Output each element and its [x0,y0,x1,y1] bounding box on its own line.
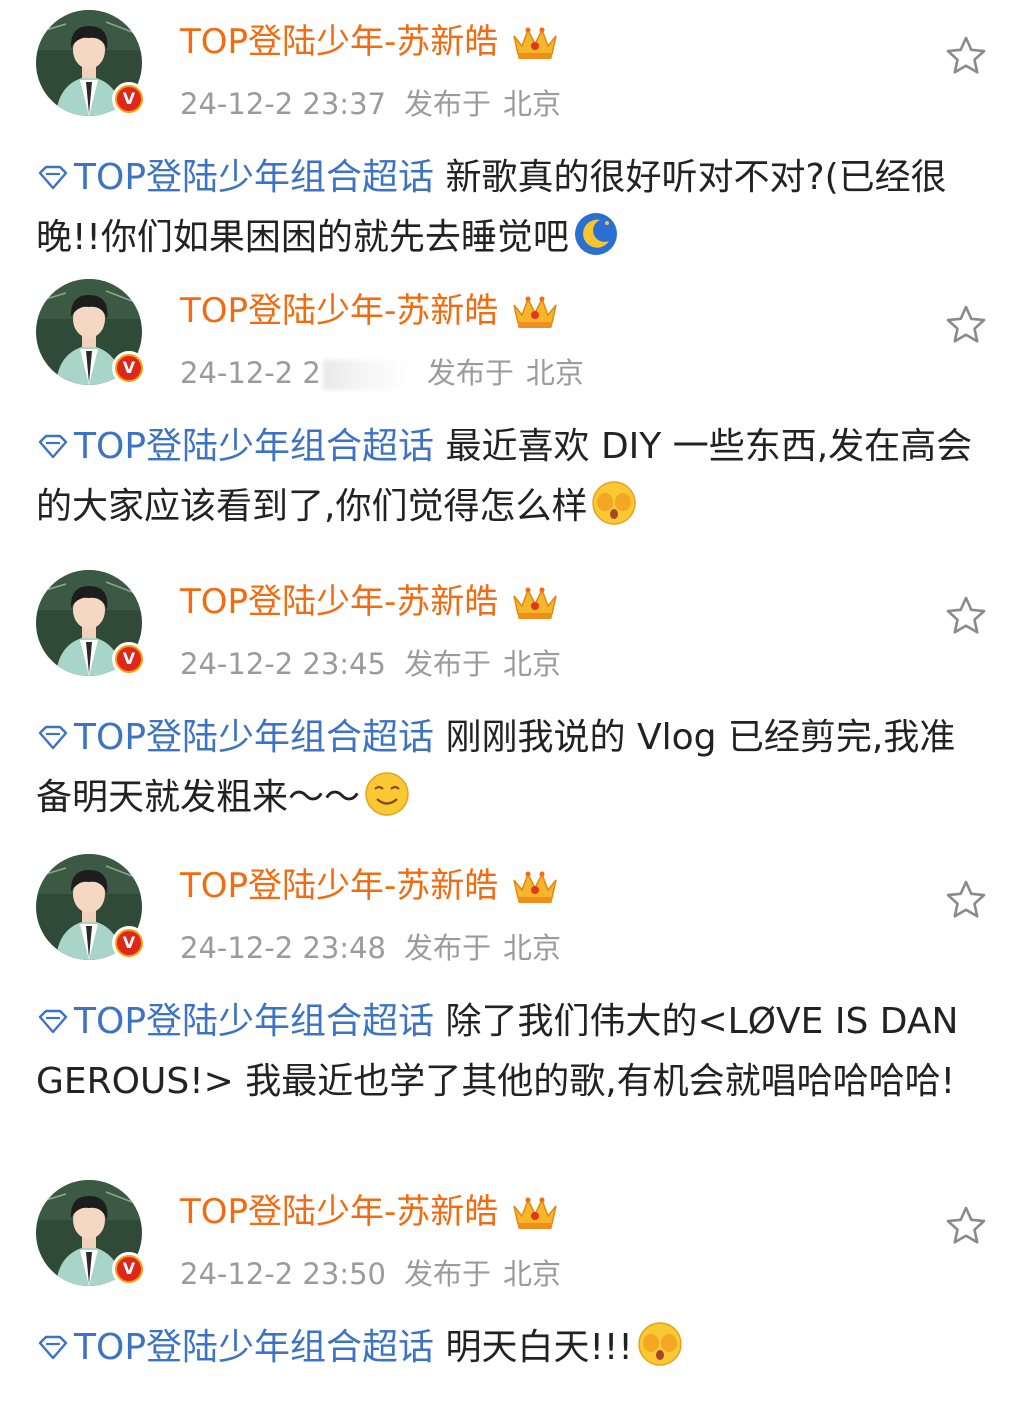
topic-text[interactable]: TOP登陆少年组合超话 [74,426,434,467]
star-icon[interactable] [944,1204,988,1248]
post-meta: 24-12-2 23:48 发布于 北京 [180,931,561,965]
crown-icon [510,291,560,331]
crown-icon [510,1192,560,1232]
shy-face-emoji-icon [591,480,637,526]
location: 北京 [503,87,562,121]
topic-link[interactable]: TOP登陆少年组合超话 [36,426,434,467]
location-label: 发布于 [403,931,491,965]
shy-face-emoji-icon [637,1321,683,1367]
star-icon[interactable] [944,34,988,78]
star-icon[interactable] [944,878,988,922]
topic-link[interactable]: TOP登陆少年组合超话 [36,1327,434,1368]
location-label: 发布于 [403,1257,491,1291]
location: 北京 [503,1257,562,1291]
post-time: 24-12-2 23:45 [180,647,386,681]
diamond-icon [36,1335,70,1361]
verified-badge-icon: V [112,351,146,385]
verified-badge-icon: V [112,1252,146,1286]
location: 北京 [503,931,562,965]
topic-text[interactable]: TOP登陆少年组合超话 [74,717,434,758]
post-meta: 24-12-2 23:50 发布于 北京 [180,1257,561,1291]
topic-text[interactable]: TOP登陆少年组合超话 [74,157,434,198]
post-time: 24-12-2 23:50 [180,1257,386,1291]
avatar[interactable]: V [36,10,146,116]
avatar[interactable]: V [36,854,146,960]
post-content: TOP登陆少年组合超话 刚刚我说的 Vlog 已经剪完,我准备明天就发粗来～～ [36,708,986,828]
diamond-icon [36,434,70,460]
redacted-blur [322,360,409,390]
username[interactable]: TOP登陆少年-苏新皓 [180,582,560,622]
location-label: 发布于 [426,356,514,390]
crown-icon [510,582,560,622]
topic-link[interactable]: TOP登陆少年组合超话 [36,1001,434,1042]
topic-link[interactable]: TOP登陆少年组合超话 [36,157,434,198]
post-time: 24-12-2 23:37 [180,87,386,121]
star-icon[interactable] [944,594,988,638]
diamond-icon [36,1009,70,1035]
location: 北京 [503,647,562,681]
verified-badge-icon: V [112,82,146,116]
moon-sleep-emoji-icon [573,211,619,257]
post-content: TOP登陆少年组合超话 新歌真的很好听对不对?(已经很晚!!你们如果困困的就先去… [36,148,986,268]
post-meta: 24-12-2 2 发布于 北京 [180,356,584,390]
username-text[interactable]: TOP登陆少年-苏新皓 [180,22,498,62]
location-label: 发布于 [403,87,491,121]
star-icon[interactable] [944,303,988,347]
username-text[interactable]: TOP登陆少年-苏新皓 [180,291,498,331]
diamond-icon [36,725,70,751]
post-meta: 24-12-2 23:45 发布于 北京 [180,647,561,681]
topic-text[interactable]: TOP登陆少年组合超话 [74,1327,434,1368]
post-time: 24-12-2 23:48 [180,931,386,965]
username[interactable]: TOP登陆少年-苏新皓 [180,291,560,331]
username-text[interactable]: TOP登陆少年-苏新皓 [180,1192,498,1232]
post-text: 明天白天!!! [445,1327,633,1368]
username-text[interactable]: TOP登陆少年-苏新皓 [180,866,498,906]
username[interactable]: TOP登陆少年-苏新皓 [180,22,560,62]
post-content: TOP登陆少年组合超话 明天白天!!! [36,1318,986,1378]
post-content: TOP登陆少年组合超话 除了我们伟大的<LØVE IS DANGEROUS!> … [36,992,986,1112]
username-text[interactable]: TOP登陆少年-苏新皓 [180,582,498,622]
topic-link[interactable]: TOP登陆少年组合超话 [36,717,434,758]
username[interactable]: TOP登陆少年-苏新皓 [180,866,560,906]
verified-badge-icon: V [112,926,146,960]
smile-face-emoji-icon [364,771,410,817]
avatar[interactable]: V [36,1180,146,1286]
topic-text[interactable]: TOP登陆少年组合超话 [74,1001,434,1042]
diamond-icon [36,165,70,191]
avatar[interactable]: V [36,279,146,385]
location-label: 发布于 [403,647,491,681]
location: 北京 [525,356,584,390]
post-time: 24-12-2 2 [180,356,321,390]
verified-badge-icon: V [112,642,146,676]
post-meta: 24-12-2 23:37 发布于 北京 [180,87,561,121]
post-content: TOP登陆少年组合超话 最近喜欢 DIY 一些东西,发在高会的大家应该看到了,你… [36,417,986,537]
crown-icon [510,866,560,906]
crown-icon [510,22,560,62]
avatar[interactable]: V [36,570,146,676]
username[interactable]: TOP登陆少年-苏新皓 [180,1192,560,1232]
